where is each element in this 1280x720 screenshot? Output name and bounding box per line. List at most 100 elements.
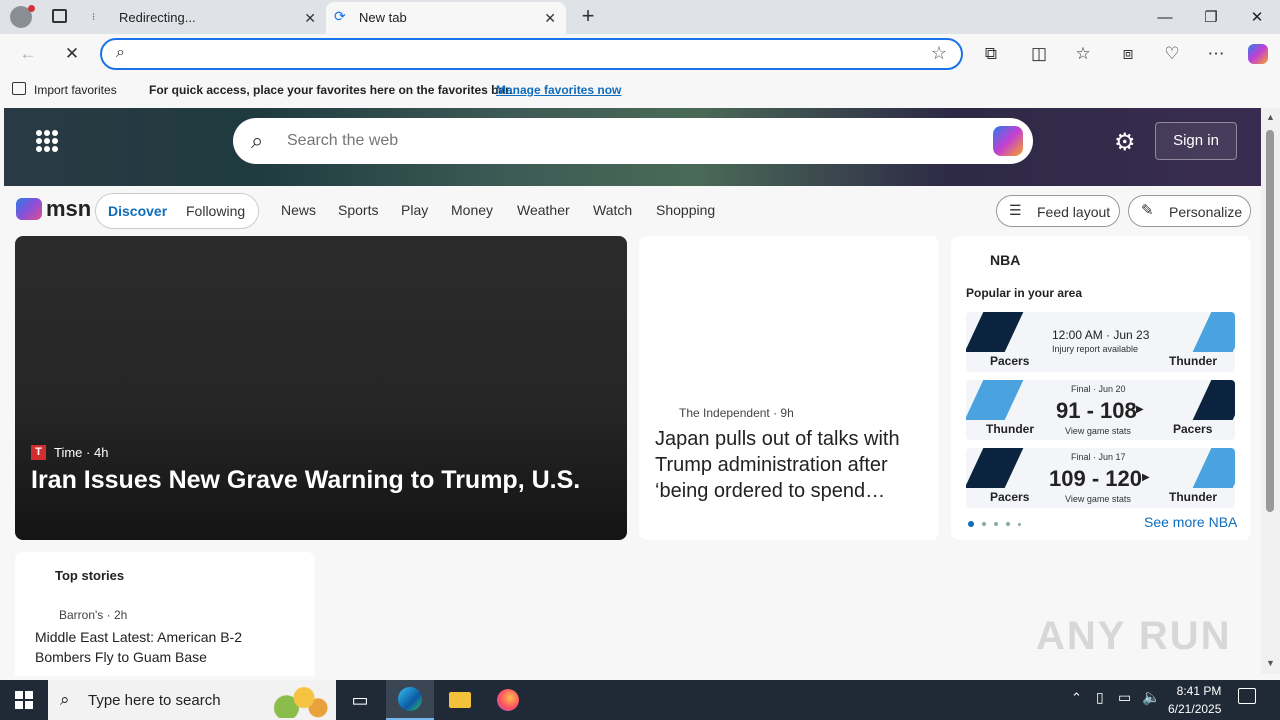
apps-grid-icon[interactable]: [36, 130, 58, 152]
start-button[interactable]: [0, 680, 48, 720]
taskbar-search-box[interactable]: ⌕ Type here to search: [48, 680, 336, 720]
clock-date[interactable]: 6/21/2025: [1168, 702, 1221, 716]
search-icon: ⌕: [251, 128, 264, 153]
game-note: Injury report available: [1052, 344, 1139, 354]
firefox-icon[interactable]: [484, 680, 532, 720]
close-tab-icon[interactable]: ✕: [544, 10, 556, 27]
top-story-headline-line-1[interactable]: Middle East Latest: American B-2: [35, 629, 242, 645]
story-source: Barron's · 2h: [59, 608, 128, 622]
personalize-icon: ✎: [1141, 202, 1154, 219]
left-team: Pacers: [990, 490, 1030, 504]
msn-search-box[interactable]: ⌕: [233, 118, 1033, 164]
hero-story-card[interactable]: T Time · 4h Iran Issues New Grave Warnin…: [15, 236, 627, 540]
task-view-icon[interactable]: ▭: [336, 680, 384, 720]
search-highlight-flowers-icon: [262, 684, 332, 718]
nav-watch[interactable]: Watch: [593, 202, 632, 218]
extensions-icon[interactable]: ⧉: [975, 38, 1007, 70]
address-bar[interactable]: ⌕ ☆: [100, 38, 963, 70]
minimize-button[interactable]: —: [1142, 0, 1188, 34]
manage-favorites-link[interactable]: Manage favorites now: [496, 83, 621, 97]
device-icon[interactable]: ▯: [1096, 689, 1104, 706]
msn-logo[interactable]: msn: [16, 195, 91, 223]
collections-icon[interactable]: ⧈: [1112, 38, 1144, 70]
nav-weather[interactable]: Weather: [517, 202, 570, 218]
tab-following[interactable]: Following: [186, 203, 245, 219]
copilot-icon[interactable]: [1242, 38, 1274, 70]
settings-more-icon[interactable]: ⋯: [1200, 38, 1232, 70]
address-input[interactable]: [142, 43, 912, 65]
personalize-button[interactable]: ✎ Personalize: [1128, 195, 1251, 227]
carousel-dots[interactable]: [968, 520, 1028, 528]
sign-in-button[interactable]: Sign in: [1155, 122, 1237, 160]
search-icon: ⌕: [60, 690, 70, 709]
nba-game-row[interactable]: Pacers Thunder 12:00 AM · Jun 23 Injury …: [966, 312, 1235, 372]
hero-story-headline[interactable]: Iran Issues New Grave Warning to Trump, …: [31, 466, 580, 495]
scroll-down-arrow-icon[interactable]: ▼: [1266, 658, 1275, 668]
nav-shopping[interactable]: Shopping: [656, 202, 715, 218]
split-screen-icon[interactable]: ◫: [1023, 38, 1055, 70]
scroll-up-arrow-icon[interactable]: ▲: [1266, 112, 1275, 122]
tab-actions-icon[interactable]: [52, 9, 67, 23]
tab-loading-icon: ⟳: [334, 8, 346, 24]
nav-sports[interactable]: Sports: [338, 202, 378, 218]
new-tab-button[interactable]: +: [576, 2, 600, 32]
windows-logo-icon: [15, 691, 33, 709]
nav-money[interactable]: Money: [451, 202, 493, 218]
edge-taskbar-icon[interactable]: [386, 680, 434, 720]
game-score: 91 - 108: [1056, 398, 1137, 423]
close-tab-icon[interactable]: ✕: [304, 10, 316, 27]
play-arrow-icon: ▶: [1136, 404, 1144, 415]
import-favorites-button[interactable]: Import favorites: [34, 83, 117, 97]
file-explorer-icon[interactable]: [436, 680, 484, 720]
network-icon[interactable]: ▭: [1118, 689, 1131, 706]
favorites-icon[interactable]: ☆: [1067, 38, 1099, 70]
team-stripe-right: [1192, 312, 1235, 352]
import-favorites-icon[interactable]: [12, 82, 26, 95]
nba-game-row[interactable]: Pacers Thunder Final · Jun 17 109 - 120 …: [966, 448, 1235, 508]
team-stripe-right: [1192, 380, 1235, 420]
page-scrollbar[interactable]: ▲ ▼: [1261, 108, 1280, 674]
add-favorite-star-icon[interactable]: ☆: [931, 43, 947, 64]
volume-icon[interactable]: 🔈: [1142, 688, 1161, 706]
sliders-icon: ☰: [1009, 202, 1022, 218]
team-stripe-left: [966, 380, 1024, 420]
notifications-icon[interactable]: [1238, 688, 1256, 704]
see-more-nba-link[interactable]: See more NBA: [1144, 514, 1237, 530]
back-button[interactable]: ←: [12, 38, 44, 70]
feed-layout-button[interactable]: ☰ Feed layout: [996, 195, 1120, 227]
copilot-icon[interactable]: [993, 126, 1023, 156]
nba-game-row[interactable]: Thunder Pacers Final · Jun 20 91 - 108 ▶…: [966, 380, 1235, 440]
msn-settings-gear-icon[interactable]: ⚙: [1114, 128, 1136, 157]
top-story-headline-line-2[interactable]: Bombers Fly to Guam Base: [35, 649, 207, 665]
game-stats-link[interactable]: View game stats: [1065, 494, 1131, 504]
favorites-bar: Import favorites For quick access, place…: [0, 76, 1280, 104]
restore-button[interactable]: ❐: [1188, 0, 1234, 34]
msn-butterfly-icon: [16, 198, 42, 220]
nav-news[interactable]: News: [281, 202, 316, 218]
tab-label: Redirecting...: [119, 10, 196, 25]
stop-loading-button[interactable]: ✕: [56, 38, 88, 70]
story-source: The Independent · 9h: [679, 406, 794, 420]
game-status: Final · Jun 20: [1071, 384, 1126, 394]
scroll-thumb[interactable]: [1266, 130, 1274, 512]
nav-play[interactable]: Play: [401, 202, 428, 218]
watermark-logo: ANY RUN: [1036, 614, 1232, 658]
left-team: Pacers: [990, 354, 1030, 368]
show-hidden-icons-icon[interactable]: ⌃: [1071, 690, 1082, 706]
msn-search-input[interactable]: [287, 128, 967, 154]
play-arrow-icon: ▶: [1142, 472, 1150, 483]
title-bar: ⁝ Redirecting... ✕ ⟳ New tab ✕ + — ❐ ✕: [0, 0, 1280, 34]
game-stats-link[interactable]: View game stats: [1065, 426, 1131, 436]
tab-new-tab[interactable]: ⟳ New tab ✕: [326, 2, 566, 34]
tab-redirecting[interactable]: ⁝ Redirecting... ✕: [86, 2, 326, 34]
top-stories-title: Top stories: [55, 568, 125, 583]
browser-essentials-icon[interactable]: ♡: [1156, 38, 1188, 70]
second-story-card[interactable]: The Independent · 9h Japan pulls out of …: [639, 236, 939, 540]
close-window-button[interactable]: ✕: [1234, 0, 1280, 34]
second-story-headline[interactable]: Japan pulls out of talks with Trump admi…: [655, 426, 931, 504]
time-logo-icon: T: [31, 445, 46, 460]
nba-title[interactable]: NBA: [990, 252, 1020, 268]
tab-loading-icon: ⁝: [92, 12, 96, 23]
clock-time[interactable]: 8:41 PM: [1173, 684, 1225, 698]
tab-discover[interactable]: Discover: [108, 203, 167, 219]
